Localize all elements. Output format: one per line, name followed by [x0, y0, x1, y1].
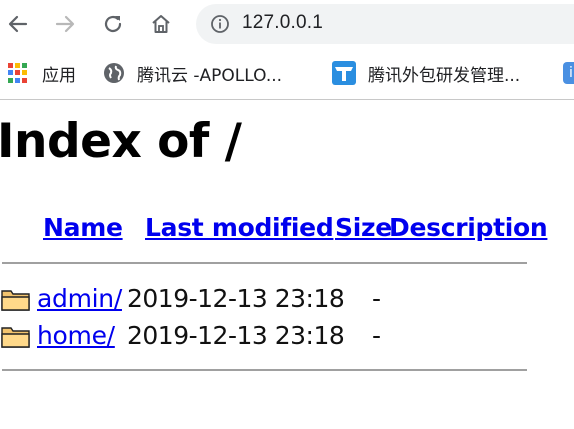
apps-grid-icon — [8, 63, 28, 83]
column-description-link[interactable]: Description — [389, 213, 548, 242]
entry-link[interactable]: home/ — [37, 321, 115, 350]
bookmark-label: 应用 — [42, 65, 76, 86]
forward-arrow-icon — [55, 15, 75, 33]
divider-bottom — [2, 369, 527, 371]
forward-button[interactable] — [49, 8, 81, 40]
entry-link[interactable]: admin/ — [37, 284, 122, 313]
page-content: Index of / Name Last modified Size Descr… — [0, 100, 574, 429]
globe-icon — [104, 63, 124, 83]
divider-top — [2, 262, 527, 264]
tencent-t-icon — [332, 61, 356, 85]
overflow-bookmark-icon[interactable]: i — [563, 62, 574, 84]
table-row: admin/ 2019-12-13 23:18 - — [0, 284, 574, 314]
bookmark-label: 腾讯外包研发管理... — [368, 65, 521, 86]
browser-toolbar: 127.0.0.1 — [0, 0, 574, 50]
bookmark-label: 腾讯云 -APOLLO... — [137, 65, 283, 86]
url-text[interactable]: 127.0.0.1 — [242, 12, 323, 34]
home-icon — [152, 15, 170, 33]
home-button[interactable] — [145, 8, 177, 40]
bookmark-apps[interactable]: 应用 — [8, 60, 76, 86]
bookmark-tencent-outsource[interactable]: 腾讯外包研发管理... — [332, 60, 520, 86]
bookmarks-bar: 应用 腾讯云 -APOLLO... 腾讯外包研发管理... i — [0, 50, 574, 100]
page-title: Index of / — [0, 114, 242, 169]
entry-modified: 2019-12-13 23:18 — [127, 284, 345, 313]
folder-icon — [1, 327, 30, 348]
address-bar[interactable]: 127.0.0.1 — [196, 4, 574, 44]
back-button[interactable] — [2, 8, 34, 40]
back-arrow-icon — [8, 15, 28, 33]
info-icon[interactable] — [210, 14, 230, 34]
bookmark-tencent-cloud[interactable]: 腾讯云 -APOLLO... — [103, 60, 282, 86]
column-size-link[interactable]: Size — [335, 213, 392, 242]
folder-icon — [1, 290, 30, 311]
column-last-modified-link[interactable]: Last modified — [145, 213, 334, 242]
entry-modified: 2019-12-13 23:18 — [127, 321, 345, 350]
reload-button[interactable] — [97, 8, 129, 40]
table-row: home/ 2019-12-13 23:18 - — [0, 321, 574, 351]
reload-icon — [104, 15, 122, 33]
entry-size: - — [372, 284, 382, 313]
entry-size: - — [372, 321, 382, 350]
column-name-link[interactable]: Name — [43, 213, 123, 242]
